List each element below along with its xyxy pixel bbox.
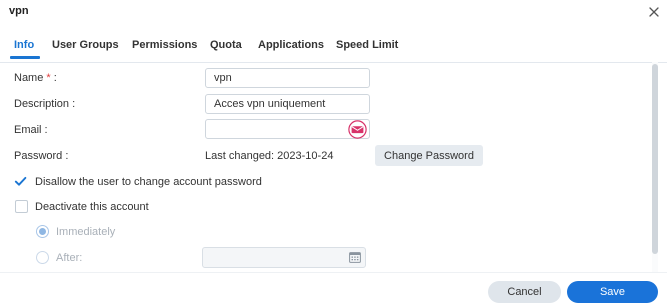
tab-bar: Info User Groups Permissions Quota Appli… bbox=[0, 33, 667, 63]
window-title: vpn bbox=[9, 5, 29, 17]
tab-user-groups[interactable]: User Groups bbox=[52, 39, 119, 51]
immediately-label: Immediately bbox=[56, 226, 116, 238]
name-label: Name * : bbox=[14, 72, 57, 84]
required-mark: * bbox=[46, 72, 51, 84]
change-password-button[interactable]: Change Password bbox=[375, 145, 483, 166]
name-input[interactable] bbox=[205, 68, 370, 88]
password-last-changed: Last changed: 2023-10-24 bbox=[205, 150, 334, 162]
checkmark-icon bbox=[14, 176, 27, 186]
close-button[interactable] bbox=[644, 2, 664, 22]
calendar-icon[interactable] bbox=[349, 251, 361, 263]
after-radio[interactable] bbox=[36, 251, 49, 264]
title-bar: vpn bbox=[0, 0, 667, 26]
description-input[interactable] bbox=[205, 94, 370, 114]
tab-applications[interactable]: Applications bbox=[258, 39, 324, 51]
cancel-button[interactable]: Cancel bbox=[488, 281, 561, 303]
disallow-change-checkbox[interactable] bbox=[14, 175, 27, 188]
name-label-colon: : bbox=[53, 72, 57, 84]
password-label: Password : bbox=[14, 150, 69, 162]
email-label: Email : bbox=[14, 124, 48, 136]
tab-permissions[interactable]: Permissions bbox=[132, 39, 197, 51]
after-label: After: bbox=[56, 252, 83, 264]
disallow-change-label: Disallow the user to change account pass… bbox=[35, 176, 262, 188]
scrollbar-thumb[interactable] bbox=[652, 64, 658, 254]
mail-icon[interactable] bbox=[347, 120, 368, 139]
description-label: Description : bbox=[14, 98, 76, 110]
immediately-radio[interactable] bbox=[36, 225, 49, 238]
tab-info[interactable]: Info bbox=[14, 39, 34, 51]
save-button[interactable]: Save bbox=[567, 281, 658, 303]
close-icon bbox=[649, 7, 659, 17]
name-label-text: Name bbox=[14, 72, 44, 84]
deactivate-label: Deactivate this account bbox=[35, 201, 149, 213]
deactivate-checkbox[interactable] bbox=[15, 200, 28, 213]
tab-speed-limit[interactable]: Speed Limit bbox=[336, 39, 398, 51]
tab-quota[interactable]: Quota bbox=[210, 39, 242, 51]
info-panel: Name * : Description : Email : Password … bbox=[0, 62, 660, 272]
after-date-input[interactable] bbox=[202, 247, 366, 268]
email-input[interactable] bbox=[205, 119, 370, 139]
active-tab-indicator bbox=[10, 56, 40, 59]
